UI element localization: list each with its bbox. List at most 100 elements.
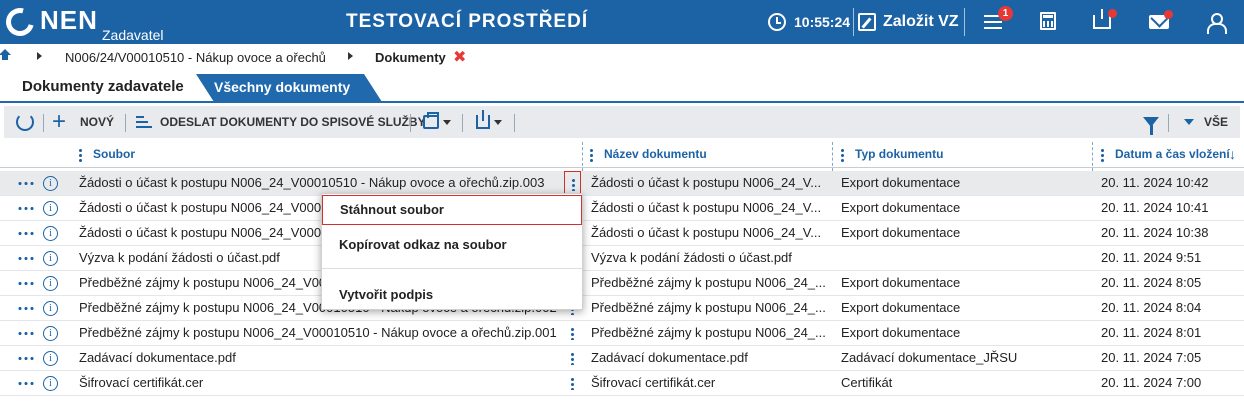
more-options-icon[interactable] — [17, 357, 35, 360]
chevron-down-icon — [1184, 119, 1194, 125]
table-row[interactable]: i Šifrovací certifikát.cer Šifrovací certi… — [0, 371, 1244, 396]
chevron-down-icon — [443, 119, 451, 125]
user-profile-button[interactable] — [1202, 10, 1228, 34]
refresh-button[interactable] — [16, 106, 34, 138]
table-row[interactable]: i Žádosti o účast k postupu N006_24_V0001… — [0, 196, 1244, 221]
kebab-menu-icon — [571, 352, 574, 365]
filter-icon — [1143, 117, 1159, 135]
info-icon[interactable]: i — [43, 376, 58, 391]
more-options-icon[interactable] — [17, 257, 35, 260]
table-row[interactable]: i Zadávací dokumentace.pdf Zadávací dokume… — [0, 346, 1244, 371]
cell-document-name: Předběžné zájmy k postupu N006_24_... — [591, 275, 826, 290]
menu-badge: 1 — [998, 6, 1013, 21]
info-icon[interactable]: i — [43, 301, 58, 316]
column-menu-icon[interactable] — [79, 148, 82, 162]
breadcrumb-item-contract[interactable]: N006/24/V00010510 - Nákup ovoce a ořechů — [65, 50, 326, 66]
column-menu-icon[interactable] — [841, 148, 844, 162]
top-bar: NEN Zadavatel TESTOVACÍ PROSTŘEDÍ 10:55:… — [0, 0, 1244, 44]
new-document-label: NOVÝ — [80, 115, 115, 129]
toolbar-divider — [514, 114, 515, 132]
download-file-menu-item[interactable]: Stáhnout soubor — [322, 195, 582, 225]
logo-ring-icon — [0, 2, 40, 42]
header-divider — [853, 8, 854, 36]
cell-document-type: Zadávací dokumentace_JŘSU — [841, 350, 1018, 365]
row-actions-button[interactable] — [564, 321, 581, 345]
column-header-document-type[interactable]: Typ dokumentu — [855, 142, 943, 168]
breadcrumb-separator-icon — [348, 52, 353, 60]
table-row[interactable]: i Žádosti o účast k postupu N006_24_V0001… — [0, 171, 1244, 196]
refresh-icon — [16, 113, 34, 131]
info-icon[interactable]: i — [43, 226, 58, 241]
send-to-records-service-button[interactable]: ODESLAT DOKUMENTY DO SPISOVÉ SLUŽBY — [136, 106, 426, 138]
cell-file[interactable]: Zadávací dokumentace.pdf — [79, 346, 562, 370]
main-menu-button[interactable]: 1 — [982, 6, 1013, 34]
file-context-menu: Stáhnout soubor Kopírovat odkaz na soubo… — [321, 193, 583, 310]
table-row[interactable]: i Žádosti o účast k postupu N006_24_V0001… — [0, 221, 1244, 246]
table-row[interactable]: i Předběžné zájmy k postupu N006_24_V0001… — [0, 296, 1244, 321]
tab-all-documents[interactable]: Všechny dokumenty — [196, 74, 382, 102]
inbox-button[interactable] — [1090, 9, 1117, 34]
send-to-records-service-label: ODESLAT DOKUMENTY DO SPISOVÉ SLUŽBY — [160, 115, 426, 129]
create-contract-button[interactable]: Založit VZ — [858, 11, 959, 33]
more-options-icon[interactable] — [17, 307, 35, 310]
menu-divider — [322, 268, 582, 269]
new-document-button[interactable]: + NOVÝ — [52, 106, 114, 138]
create-contract-label: Založit VZ — [883, 13, 959, 30]
export-dropdown-button[interactable] — [476, 106, 502, 138]
cell-upload-date: 20. 11. 2024 8:01 — [1101, 325, 1202, 340]
table-row[interactable]: i Předběžné zájmy k postupu N006_24_V0001… — [0, 271, 1244, 296]
row-actions-button[interactable] — [564, 171, 581, 195]
create-signature-menu-item[interactable]: Vytvořit podpis — [322, 284, 582, 306]
column-menu-icon[interactable] — [1101, 148, 1104, 162]
more-options-icon[interactable] — [17, 207, 35, 210]
row-actions-button[interactable] — [564, 346, 581, 370]
home-icon[interactable] — [0, 49, 11, 61]
kebab-menu-icon — [571, 377, 574, 390]
breadcrumb: N006/24/V00010510 - Nákup ovoce a ořechů… — [0, 48, 1244, 68]
row-actions-button[interactable] — [564, 371, 581, 395]
copy-file-link-menu-item[interactable]: Kopírovat odkaz na soubor — [322, 234, 582, 256]
cell-file[interactable]: Předběžné zájmy k postupu N006_24_V00010… — [79, 321, 562, 345]
table-row[interactable]: i Předběžné zájmy k postupu N006_24_V0001… — [0, 321, 1244, 346]
cell-file[interactable]: Šifrovací certifikát.cer — [79, 371, 562, 395]
sort-descending-icon[interactable]: ↓ — [1229, 142, 1236, 168]
more-options-icon[interactable] — [17, 232, 35, 235]
kebab-menu-icon — [572, 178, 575, 191]
messages-button[interactable] — [1147, 10, 1173, 34]
toolbar-divider — [43, 114, 44, 132]
info-icon[interactable]: i — [43, 351, 58, 366]
info-icon[interactable]: i — [43, 176, 58, 191]
tab-documents-contracting-authority[interactable]: Dokumenty zadavatele — [12, 74, 194, 100]
document-toolbar: + NOVÝ ODESLAT DOKUMENTY DO SPISOVÉ SLUŽ… — [4, 106, 1240, 138]
filter-preset-dropdown[interactable]: VŠE — [1184, 106, 1228, 138]
breadcrumb-separator-icon — [37, 52, 42, 60]
tab-underline — [0, 101, 1244, 103]
cell-document-name: Výzva k podání žádosti o účast.pdf — [591, 250, 792, 265]
tab-label: Všechny dokumenty — [214, 79, 351, 95]
toolbar-divider — [125, 114, 126, 132]
cell-upload-date: 20. 11. 2024 10:42 — [1101, 175, 1209, 190]
close-icon[interactable]: ✖ — [453, 50, 466, 66]
info-icon[interactable]: i — [43, 251, 58, 266]
more-options-icon[interactable] — [17, 382, 35, 385]
more-options-icon[interactable] — [17, 282, 35, 285]
cell-file[interactable]: Žádosti o účast k postupu N006_24_V00010… — [79, 171, 562, 195]
more-options-icon[interactable] — [17, 332, 35, 335]
info-icon[interactable]: i — [43, 326, 58, 341]
info-icon[interactable]: i — [43, 276, 58, 291]
column-header-document-name[interactable]: Název dokumentu — [604, 142, 707, 168]
table-row[interactable]: i Výzva k podání žádosti o účast.pdf Výzva… — [0, 246, 1244, 271]
calculator-button[interactable] — [1036, 10, 1062, 34]
column-menu-icon[interactable] — [590, 148, 593, 162]
inbox-notification-dot — [1108, 9, 1117, 18]
send-list-icon — [136, 115, 154, 129]
cell-document-type: Export dokumentace — [841, 175, 961, 190]
info-icon[interactable]: i — [43, 201, 58, 216]
cell-document-name: Žádosti o účast k postupu N006_24_V... — [591, 175, 822, 190]
print-dropdown-button[interactable] — [423, 106, 451, 138]
column-header-upload-date[interactable]: Datum a čas vložení — [1115, 142, 1230, 168]
filter-button[interactable] — [1143, 106, 1159, 138]
more-options-icon[interactable] — [17, 182, 35, 185]
column-header-file[interactable]: Soubor — [93, 142, 135, 168]
cell-upload-date: 20. 11. 2024 10:38 — [1101, 225, 1209, 240]
